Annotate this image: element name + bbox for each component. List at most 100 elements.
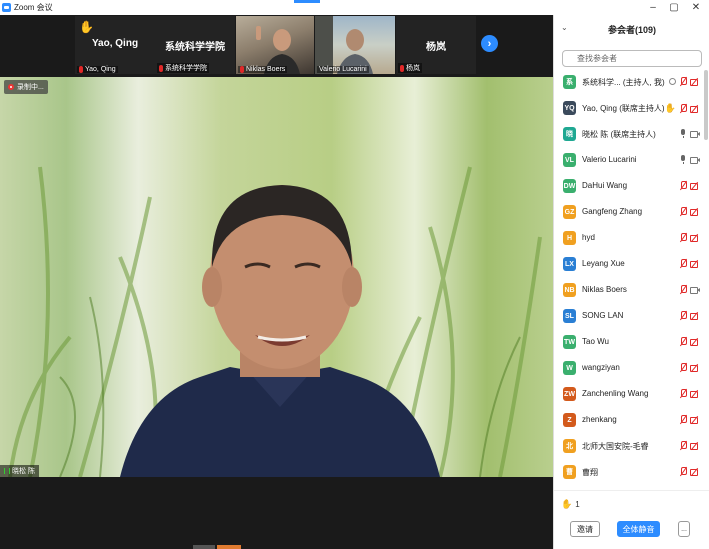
muted-mic-icon[interactable] [680, 285, 687, 294]
participant-row[interactable]: 系系统科学... (主持人, 我) [554, 70, 704, 96]
muted-mic-icon[interactable] [680, 259, 687, 268]
participant-status-icons: ✋ [665, 103, 700, 114]
participant-row[interactable]: GZ Gangfeng Zhang [554, 200, 704, 226]
window-title: Zoom 会议 [14, 3, 53, 12]
video-off-icon[interactable] [690, 442, 700, 450]
participant-name: Zanchenling Wang [582, 389, 649, 398]
muted-mic-icon [159, 64, 163, 72]
video-icon[interactable] [690, 130, 700, 138]
muted-mic-icon[interactable] [680, 207, 687, 216]
avatar: 系 [563, 75, 576, 89]
participant-row[interactable]: NB Niklas Boers [554, 278, 704, 304]
participant-row[interactable]: VL Valerio Lucarini [554, 148, 704, 174]
minimize-button[interactable]: – [643, 0, 663, 15]
participant-row[interactable]: Zzhenkang [554, 408, 704, 434]
participant-status-icons [680, 415, 700, 424]
video-icon[interactable] [690, 156, 700, 164]
avatar: GZ [563, 205, 576, 219]
participant-row[interactable]: 晓晓松 陈 (联席主持人) [554, 122, 704, 148]
recording-label: 录制中... [17, 84, 44, 91]
avatar: DW [563, 179, 576, 193]
muted-mic-icon[interactable] [680, 104, 687, 113]
participant-status-icons [680, 155, 700, 164]
participant-row[interactable]: YQ Yao, Qing (联席主持人) ✋ [554, 96, 704, 122]
participant-list: 系系统科学... (主持人, 我) YQ Yao, Qing (联席主持人) ✋ 晓晓松… [554, 70, 704, 486]
dock-accent-orange [217, 545, 241, 549]
panel-footer: ✋ 1 邀请 全体静音 ... [554, 490, 709, 549]
muted-mic-icon[interactable] [680, 311, 687, 320]
video-off-icon[interactable] [690, 416, 700, 424]
muted-mic-icon[interactable] [680, 363, 687, 372]
participants-panel: ⌄ 参会者(109) 系系统科学... (主持人, 我) YQ Yao, Qing … [553, 15, 709, 549]
avatar: Z [563, 413, 576, 427]
video-off-icon[interactable] [690, 312, 700, 320]
video-off-icon[interactable] [690, 234, 700, 242]
muted-mic-icon[interactable] [680, 233, 687, 242]
avatar: SL [563, 309, 576, 323]
tile-yao-qing[interactable]: ✋ Yao, Qing Yao, Qing [75, 16, 155, 74]
muted-mic-icon[interactable] [680, 181, 687, 190]
restore-button[interactable]: ▢ [664, 0, 684, 15]
bottom-dock [0, 477, 553, 549]
participant-row[interactable]: Wwangziyan [554, 356, 704, 382]
participant-name: Valerio Lucarini [582, 155, 637, 164]
invite-button[interactable]: 邀请 [570, 521, 600, 537]
raised-hand-icon: ✋ [664, 103, 676, 113]
video-strip: ✋ Yao, Qing Yao, Qing 系统科学学院 系统科学学院 Nikl… [0, 15, 553, 75]
participant-row[interactable]: LX Leyang Xue [554, 252, 704, 278]
tile-yang-lan[interactable]: 杨岚 杨岚 [396, 16, 476, 74]
participant-row[interactable]: 北北师大国安院-毛睿 [554, 434, 704, 460]
avatar: NB [563, 283, 576, 297]
muted-mic-icon[interactable] [680, 77, 687, 86]
meeting-area: ✋ Yao, Qing Yao, Qing 系统科学学院 系统科学学院 Nikl… [0, 15, 553, 549]
video-off-icon[interactable] [690, 468, 700, 476]
tile-system-science[interactable]: 系统科学学院 系统科学学院 [155, 16, 235, 74]
muted-mic-icon[interactable] [680, 389, 687, 398]
participant-name: zhenkang [582, 415, 617, 424]
participant-row[interactable]: 曹曹翔 [554, 460, 704, 486]
tile-name-label: Yao, Qing [77, 66, 118, 73]
muted-mic-icon [79, 66, 83, 73]
video-off-icon[interactable] [690, 78, 700, 86]
participant-status-icons [680, 285, 700, 294]
mute-all-button[interactable]: 全体静音 [617, 521, 660, 537]
video-off-icon[interactable] [690, 105, 700, 113]
avatar: LX [563, 257, 576, 271]
muted-mic-icon[interactable] [680, 441, 687, 450]
video-icon[interactable] [690, 286, 700, 294]
share-status-icon [669, 78, 676, 85]
participant-name: 系统科学... (主持人, 我) [582, 78, 665, 87]
participant-row[interactable]: SL SONG LAN [554, 304, 704, 330]
participant-row[interactable]: ZW Zanchenling Wang [554, 382, 704, 408]
tile-name-label: 杨岚 [398, 63, 422, 73]
tile-niklas-boers[interactable]: Niklas Boers [236, 16, 314, 74]
video-off-icon[interactable] [690, 338, 700, 346]
search-participants-input[interactable] [562, 50, 702, 67]
participant-row[interactable]: TW Tao Wu [554, 330, 704, 356]
participant-name: 曹翔 [582, 468, 598, 477]
muted-mic-icon[interactable] [680, 415, 687, 424]
avatar: 晓 [563, 127, 576, 141]
participant-list-scrollbar[interactable] [704, 70, 708, 140]
mic-icon[interactable] [680, 129, 686, 138]
close-button[interactable]: ✕ [686, 0, 706, 15]
muted-mic-icon [400, 64, 404, 72]
muted-mic-icon[interactable] [680, 337, 687, 346]
more-options-button[interactable]: ... [678, 521, 690, 537]
video-off-icon[interactable] [690, 390, 700, 398]
participant-row[interactable]: Hhyd [554, 226, 704, 252]
participant-status-icons [680, 311, 700, 320]
participant-name: Gangfeng Zhang [582, 207, 643, 216]
muted-mic-icon[interactable] [680, 467, 687, 476]
mic-icon[interactable] [680, 155, 686, 164]
tile-valerio-lucarini[interactable]: Valerio Lucarini [315, 16, 395, 74]
video-off-icon[interactable] [690, 208, 700, 216]
avatar: H [563, 231, 576, 245]
video-off-icon[interactable] [690, 364, 700, 372]
participant-status-icons [680, 181, 700, 190]
video-off-icon[interactable] [690, 260, 700, 268]
recording-indicator[interactable]: 录制中... [4, 80, 48, 94]
next-page-button[interactable]: › [481, 35, 498, 52]
participant-row[interactable]: DW DaHui Wang [554, 174, 704, 200]
video-off-icon[interactable] [690, 182, 700, 190]
